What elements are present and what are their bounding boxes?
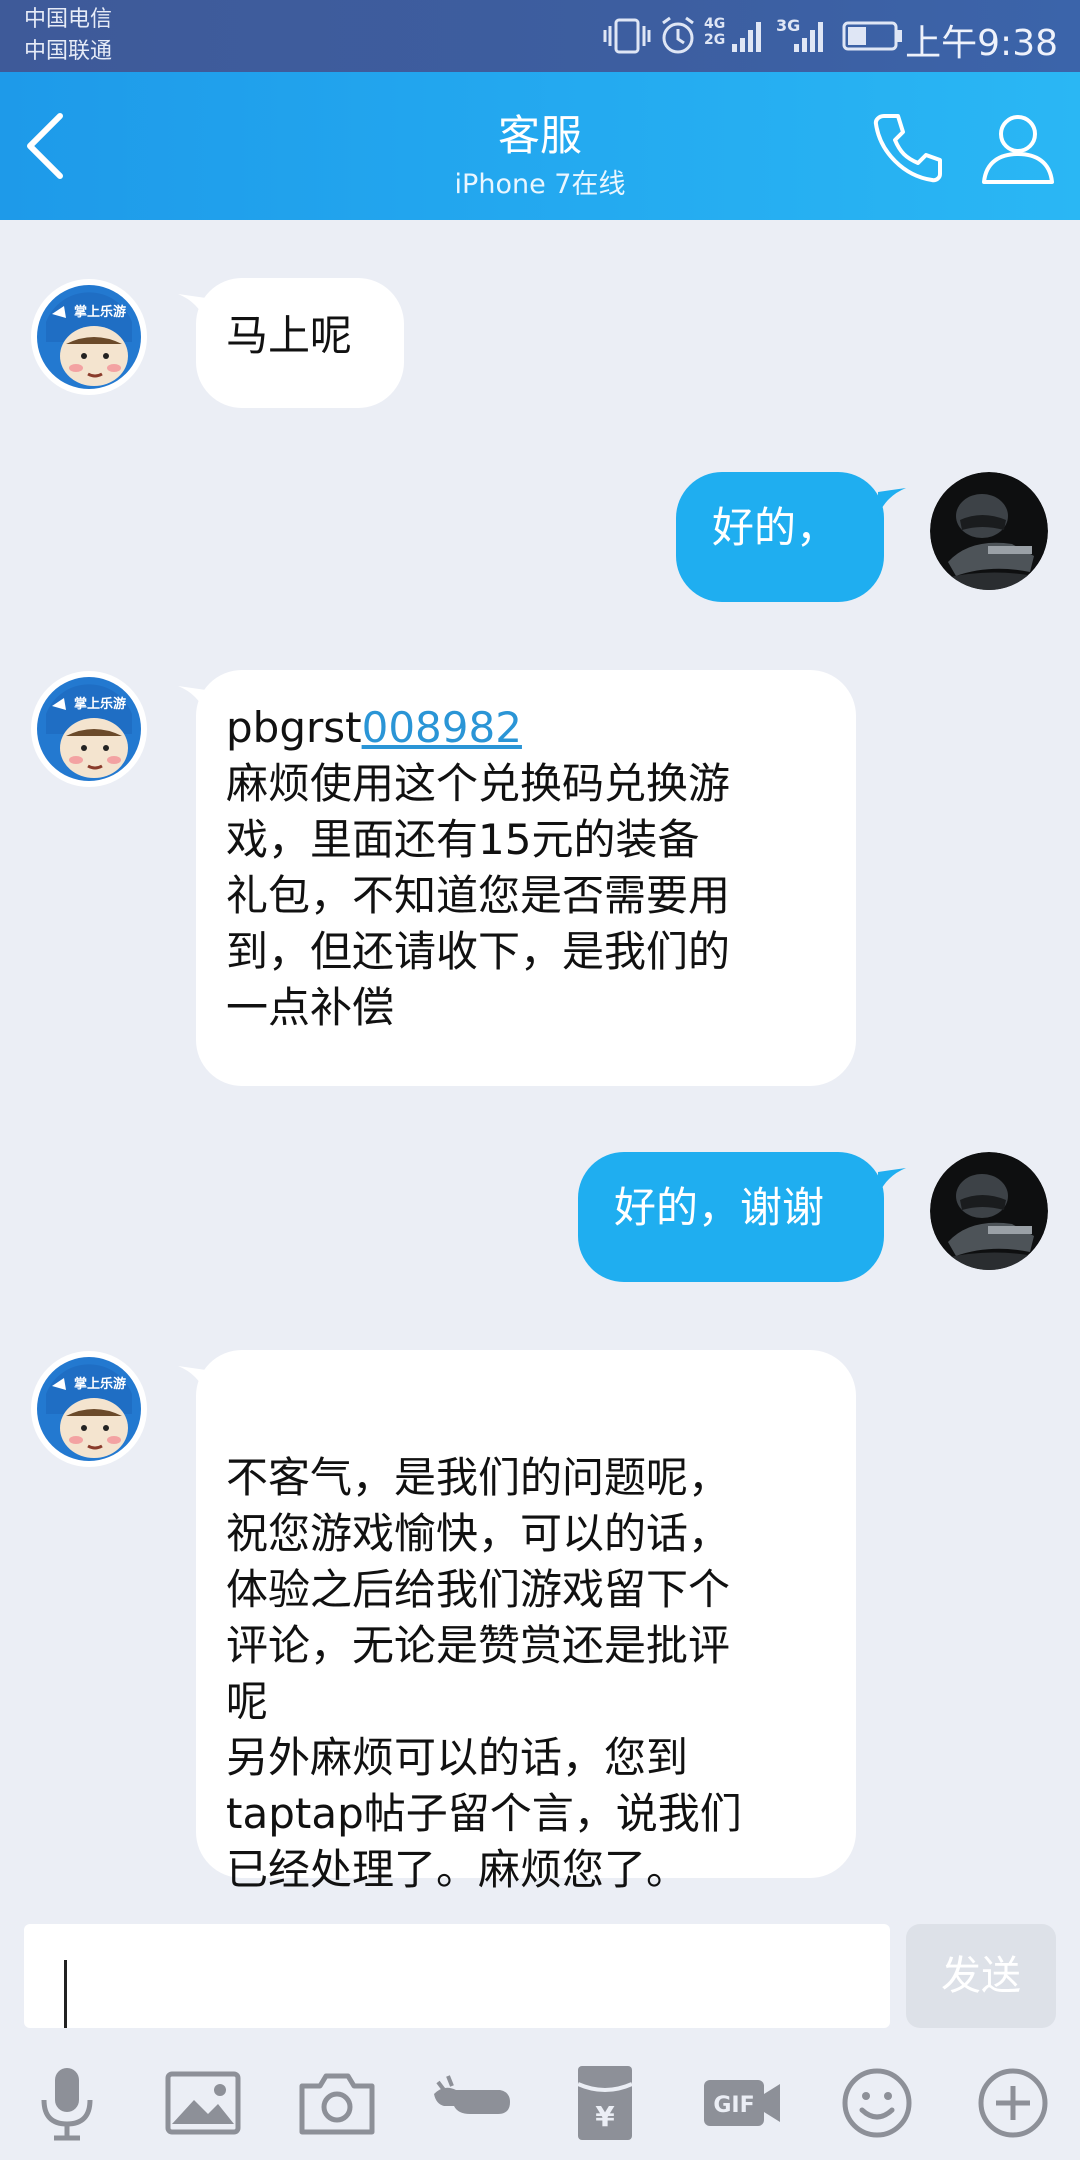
plus-icon[interactable] — [972, 2062, 1054, 2144]
poke-icon[interactable] — [430, 2062, 512, 2144]
status-bar: 中国电信 中国联通 4G 2G 3G 上午9:38 — [0, 0, 1080, 72]
alarm-icon — [662, 16, 694, 54]
vibrate-icon — [603, 18, 651, 54]
redeem-code-line: pbgrst008982 — [226, 700, 826, 756]
microphone-icon[interactable] — [26, 2062, 108, 2144]
carrier-label: 中国联通 — [24, 39, 113, 64]
red-packet-icon[interactable]: ¥ — [564, 2062, 646, 2144]
carrier-label: 中国电信 — [24, 7, 113, 32]
bubble-tail — [878, 488, 906, 516]
phone-icon[interactable] — [870, 110, 946, 186]
network-type-label: 4G 2G — [704, 16, 726, 48]
message-bubble[interactable]: 好的， — [676, 472, 884, 602]
code-prefix: pbgrst — [226, 703, 362, 752]
code-link[interactable]: 008982 — [362, 703, 522, 752]
composer: 发送 — [0, 1904, 1080, 2034]
input-toolbar: ¥ GIF — [0, 2040, 1080, 2160]
camera-icon[interactable] — [296, 2062, 378, 2144]
message-text: 好的， — [712, 503, 839, 552]
signal-icon — [732, 22, 761, 52]
outgoing-message: 好的，谢谢 — [0, 1152, 1080, 1292]
chat-header: 客服 iPhone 7在线 — [0, 72, 1080, 220]
message-list[interactable]: 掌上乐游 马上呢 好的， 掌上乐游 pbgrst008982 麻烦使用这个兑换码… — [0, 220, 1080, 1920]
image-icon[interactable] — [162, 2062, 244, 2144]
clock: 上午9:38 — [905, 23, 1058, 64]
agent-avatar[interactable]: 掌上乐游 — [30, 278, 148, 396]
outgoing-message: 好的， — [0, 472, 1080, 612]
incoming-message: 掌上乐游 马上呢 — [0, 278, 1080, 418]
bubble-tail — [878, 1168, 906, 1196]
message-text: 不客气，是我们的问题呢， 祝您游戏愉快，可以的话， 体验之后给我们游戏留下个 评… — [226, 1453, 742, 1894]
message-input[interactable] — [24, 1924, 890, 2028]
message-text: 麻烦使用这个兑换码兑换游 戏，里面还有15元的装备 礼包，不知道您是否需要用 到… — [226, 759, 731, 1032]
send-button[interactable]: 发送 — [906, 1924, 1056, 2028]
agent-avatar[interactable]: 掌上乐游 — [30, 670, 148, 788]
signal-icon — [794, 22, 823, 52]
user-avatar[interactable] — [930, 1152, 1048, 1270]
svg-text:GIF: GIF — [713, 2093, 754, 2118]
message-bubble[interactable]: 好的，谢谢 — [578, 1152, 884, 1282]
message-bubble[interactable]: pbgrst008982 麻烦使用这个兑换码兑换游 戏，里面还有15元的装备 礼… — [196, 670, 856, 1086]
person-icon[interactable] — [976, 108, 1060, 188]
text-cursor — [64, 1960, 67, 2028]
avatar-badge-text: 掌上乐游 — [74, 1376, 126, 1392]
incoming-message: 掌上乐游 pbgrst008982 麻烦使用这个兑换码兑换游 戏，里面还有15元… — [0, 670, 1080, 1090]
agent-avatar[interactable]: 掌上乐游 — [30, 1350, 148, 1468]
message-bubble[interactable]: 马上呢 — [196, 278, 404, 408]
emoji-icon[interactable] — [836, 2062, 918, 2144]
svg-text:¥: ¥ — [595, 2100, 615, 2133]
message-bubble[interactable]: 不客气，是我们的问题呢， 祝您游戏愉快，可以的话， 体验之后给我们游戏留下个 评… — [196, 1350, 856, 1894]
incoming-message: 掌上乐游 不客气，是我们的问题呢， 祝您游戏愉快，可以的话， 体验之后给我们游戏… — [0, 1350, 1080, 1894]
message-text: 马上呢 — [226, 311, 353, 360]
avatar-badge-text: 掌上乐游 — [74, 696, 126, 712]
gif-icon[interactable]: GIF — [700, 2062, 782, 2144]
message-text: 好的，谢谢 — [614, 1183, 825, 1232]
battery-icon — [842, 21, 902, 51]
user-avatar[interactable] — [930, 472, 1048, 590]
avatar-badge-text: 掌上乐游 — [74, 304, 126, 320]
